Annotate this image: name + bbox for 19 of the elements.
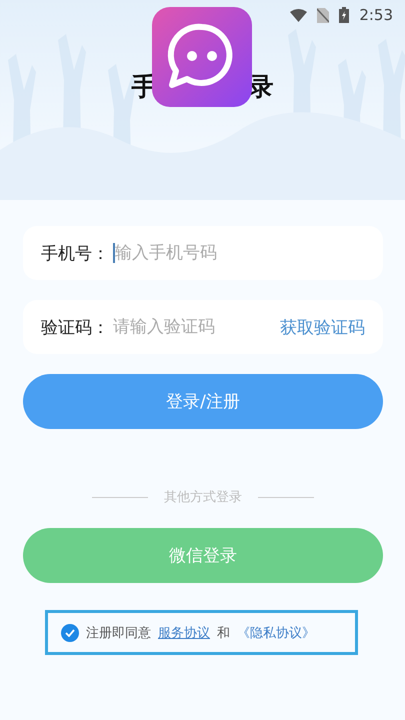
chat-bubble-icon bbox=[152, 7, 252, 107]
no-sim-icon bbox=[317, 8, 330, 22]
field-label: 手机号： bbox=[41, 242, 109, 264]
conjunction-text: 和 bbox=[217, 624, 230, 642]
wechat-login-button[interactable]: 微信登录 bbox=[23, 528, 383, 583]
privacy-link[interactable]: 《隐私协议》 bbox=[237, 624, 315, 642]
login-button[interactable]: 登录/注册 bbox=[23, 374, 383, 429]
field-label: 验证码： bbox=[41, 316, 109, 338]
battery-charging-icon bbox=[339, 7, 350, 23]
divider-label: 其他方式登录 bbox=[164, 489, 242, 506]
checkmark-icon bbox=[65, 628, 75, 636]
terms-link[interactable]: 服务协议 bbox=[158, 624, 210, 642]
text-input[interactable]: 请输入验证码 bbox=[113, 317, 273, 337]
status-time: 2:53 bbox=[359, 6, 393, 24]
wifi-icon bbox=[290, 8, 308, 22]
text-input[interactable]: 输入手机号码 bbox=[115, 243, 275, 263]
agreement-checkbox[interactable] bbox=[61, 624, 79, 642]
get-code-link[interactable]: 获取验证码 bbox=[280, 316, 365, 338]
agreement-text: 注册即同意 bbox=[86, 624, 151, 642]
